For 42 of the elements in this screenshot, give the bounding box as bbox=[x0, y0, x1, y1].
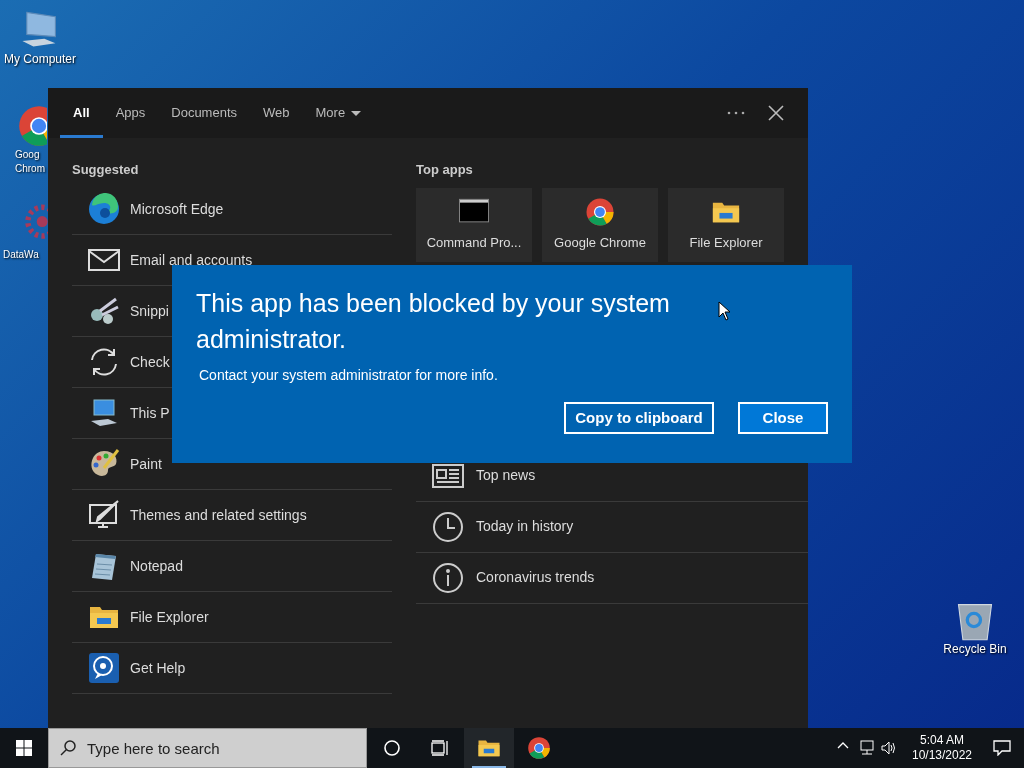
section-heading: Suggested bbox=[72, 161, 140, 179]
list-item[interactable]: File Explorer bbox=[72, 591, 392, 643]
tab[interactable]: Documents bbox=[158, 88, 250, 138]
list-item[interactable]: Get Help bbox=[72, 642, 392, 694]
tab[interactable]: More bbox=[302, 88, 375, 138]
help-icon bbox=[88, 651, 120, 684]
refresh-icon bbox=[88, 345, 120, 378]
icon-label: Recycle Bin bbox=[943, 642, 1007, 656]
clock-icon bbox=[432, 510, 464, 543]
tab[interactable]: Web bbox=[250, 88, 303, 138]
dialog-title: This app has been blocked by your system administrator. bbox=[196, 288, 671, 355]
brush-monitor-icon bbox=[88, 498, 120, 531]
caret-icon bbox=[351, 110, 362, 116]
info-icon bbox=[432, 561, 464, 594]
tab[interactable]: All bbox=[60, 88, 103, 138]
edge-icon bbox=[88, 192, 120, 225]
icon-label: Chrom bbox=[15, 162, 45, 176]
taskbar-app[interactable] bbox=[464, 728, 514, 768]
list-item[interactable]: Themes and related settings bbox=[72, 489, 392, 541]
tab[interactable]: Apps bbox=[102, 88, 159, 138]
list-item[interactable]: Today in history bbox=[416, 501, 808, 553]
icon-label: DataWa bbox=[3, 248, 39, 262]
list-item[interactable]: Notepad bbox=[72, 540, 392, 592]
icon-label: Goog bbox=[15, 148, 40, 162]
list-item[interactable]: Microsoft Edge bbox=[72, 183, 392, 235]
clock-time: 5:04 AM bbox=[920, 733, 964, 748]
clock-date: 10/13/2022 bbox=[911, 748, 973, 763]
copy-button[interactable]: Copy to clipboard bbox=[564, 402, 714, 434]
icon-label: My Computer bbox=[4, 52, 76, 66]
app-tile[interactable]: Command Pro... bbox=[416, 187, 532, 262]
search-field[interactable]: Type here to search bbox=[48, 728, 367, 768]
close-button[interactable]: Close bbox=[738, 402, 828, 434]
dialog-message: Contact your system administrator for more info. bbox=[198, 366, 499, 385]
cursor-icon bbox=[718, 301, 731, 321]
search-icon bbox=[60, 740, 76, 756]
chrome-icon bbox=[585, 196, 615, 227]
app-tile[interactable]: File Explorer bbox=[668, 187, 784, 262]
app-tile[interactable]: Google Chrome bbox=[542, 187, 658, 262]
more-options-icon[interactable] bbox=[727, 111, 745, 115]
chrome-icon bbox=[527, 736, 551, 760]
list-item[interactable]: Coronavirus trends bbox=[416, 552, 808, 604]
section-heading: Top apps bbox=[416, 161, 474, 179]
